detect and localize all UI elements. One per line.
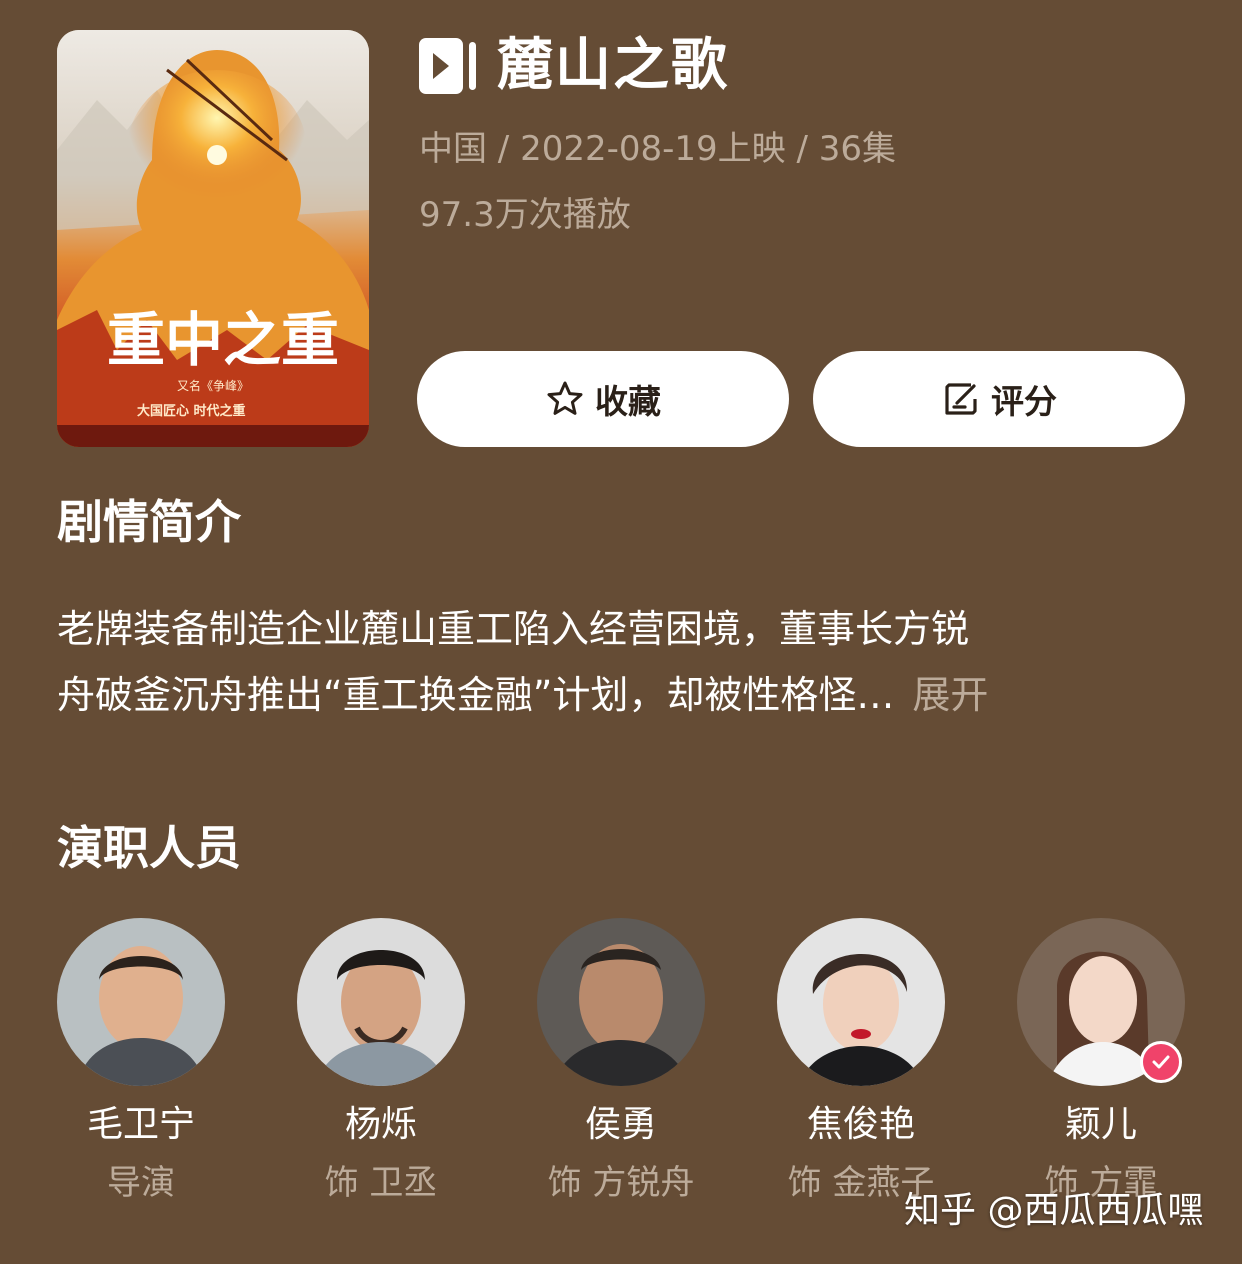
synopsis-text: 老牌装备制造企业麓山重工陷入经营困境，董事长方锐 舟破釜沉舟推出“重工换金融”计… [57,596,1185,728]
avatar [537,918,705,1086]
synopsis-line-1: 老牌装备制造企业麓山重工陷入经营困境，董事长方锐 [57,607,970,651]
svg-text:重中之重: 重中之重 [107,306,339,374]
video-play-icon [419,38,476,94]
watermark: 知乎 @西瓜西瓜嘿 [904,1190,1204,1231]
favorite-label: 收藏 [595,382,661,421]
verified-badge [1140,1041,1182,1083]
synopsis-line-2-wrap: 舟破釜沉舟推出“重工换金融”计划，却被性格怪… 展开 [57,662,1185,728]
cast-name: 毛卫宁 [86,1104,195,1145]
svg-text:又名《争峰》: 又名《争峰》 [177,378,249,393]
cast-member[interactable]: 焦俊艳 饰 金燕子 [741,918,981,1206]
svg-text:大国匠心 时代之重: 大国匠心 时代之重 [137,403,246,419]
edit-icon [945,383,977,415]
play-count: 97.3万次播放 [419,195,631,235]
cast-name: 侯勇 [584,1104,657,1145]
cast-role: 饰 卫丞 [324,1163,438,1203]
avatar [297,918,465,1086]
synopsis-line-2: 舟破釜沉舟推出“重工换金融”计划，却被性格怪… [57,673,895,717]
cast-member[interactable]: 颖儿 饰 方霏 [981,918,1221,1206]
cast-member[interactable]: 侯勇 饰 方锐舟 [501,918,741,1206]
synopsis-heading: 剧情简介 [57,495,241,549]
expand-link[interactable]: 展开 [912,673,988,717]
rate-button[interactable]: 评分 [813,351,1185,447]
cast-name: 焦俊艳 [806,1104,915,1145]
avatar [57,918,225,1086]
cast-member[interactable]: 杨烁 饰 卫丞 [261,918,501,1206]
cast-name: 颖儿 [1064,1104,1137,1145]
poster-artwork: 重中之重 又名《争峰》 大国匠心 时代之重 [57,30,369,447]
cast-role: 饰 方锐舟 [547,1163,695,1203]
cast-name: 杨烁 [344,1104,417,1145]
show-meta: 中国 / 2022-08-19上映 / 36集 [419,129,896,169]
poster-image[interactable]: 重中之重 又名《争峰》 大国匠心 时代之重 [57,30,369,447]
avatar [777,918,945,1086]
star-icon [547,381,583,415]
cast-member[interactable]: 毛卫宁 导演 [21,918,261,1206]
title-row: 麓山之歌 [419,34,729,98]
rate-label: 评分 [991,382,1057,421]
cast-role: 导演 [107,1163,175,1203]
show-title: 麓山之歌 [497,33,729,98]
cast-heading: 演职人员 [57,821,241,875]
checkmark-icon [1152,1055,1170,1069]
favorite-button[interactable]: 收藏 [417,351,789,447]
